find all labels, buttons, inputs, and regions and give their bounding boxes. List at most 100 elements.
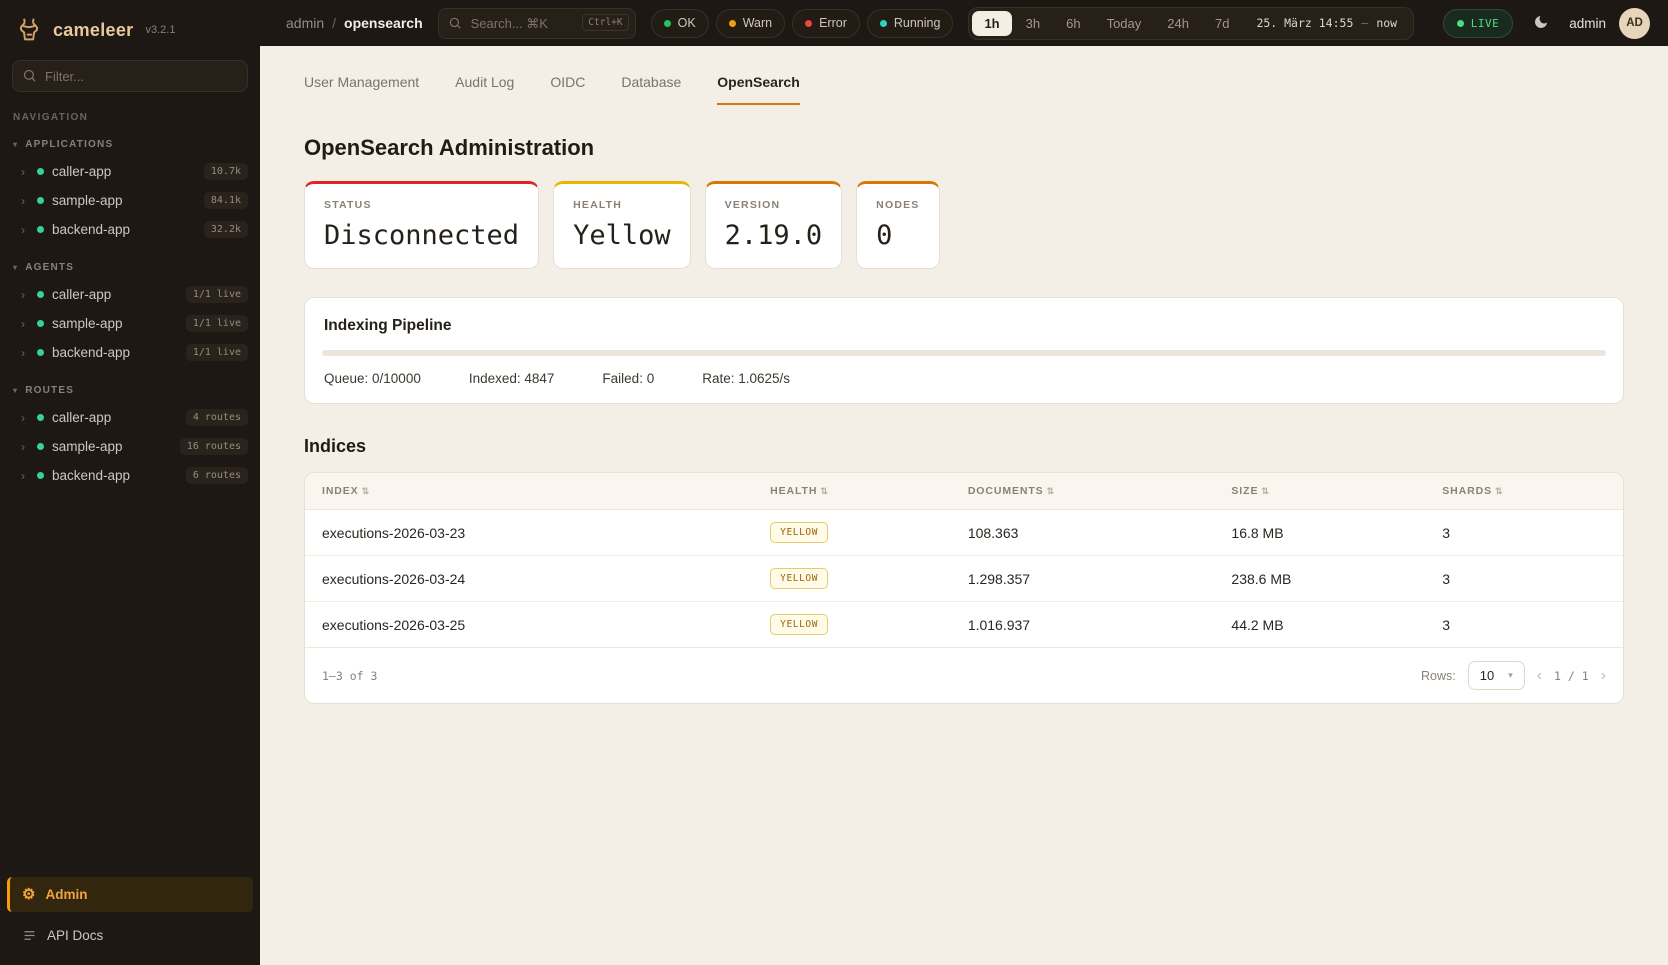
indices-table-card: INDEX⇅ HEALTH⇅ DOCUMENTS⇅ SIZE⇅ SHARDS⇅ …	[304, 472, 1624, 704]
cell-size: 16.8 MB	[1214, 510, 1425, 556]
sidebar-item-route-backend-app[interactable]: › backend-app 6 routes	[0, 461, 260, 490]
page-indicator: 1 / 1	[1554, 669, 1589, 683]
breadcrumb: admin / opensearch	[286, 15, 423, 31]
stat-value: Disconnected	[324, 220, 519, 251]
filter-label: Running	[894, 16, 941, 30]
chevron-right-icon: ›	[21, 224, 29, 236]
sidebar-item-caller-app[interactable]: › caller-app 10.7k	[0, 157, 260, 186]
moon-icon	[1533, 14, 1549, 33]
cell-health: YELLOW	[753, 602, 951, 648]
status-dot	[37, 320, 44, 327]
tab-database[interactable]: Database	[621, 74, 681, 105]
stat-card-health: HEALTH Yellow	[553, 181, 691, 269]
filter-ok-button[interactable]: OK	[651, 9, 709, 38]
time-range-3h[interactable]: 3h	[1014, 11, 1052, 36]
date-range-separator: —	[1361, 16, 1368, 30]
tab-user-management[interactable]: User Management	[304, 74, 419, 105]
breadcrumb-parent[interactable]: admin	[286, 15, 324, 31]
dark-mode-toggle[interactable]	[1526, 8, 1556, 38]
indices-title: Indices	[304, 436, 1624, 457]
live-label: LIVE	[1471, 17, 1500, 30]
breadcrumb-separator: /	[332, 15, 336, 31]
ok-dot	[664, 20, 671, 27]
error-dot	[805, 20, 812, 27]
time-range-today[interactable]: Today	[1095, 11, 1154, 36]
col-header-size[interactable]: SIZE⇅	[1214, 473, 1425, 510]
cell-documents: 108.363	[951, 510, 1215, 556]
chevron-right-icon: ›	[21, 166, 29, 178]
sort-icon: ⇅	[820, 486, 828, 496]
shortcut-badge: Ctrl+K	[582, 14, 628, 31]
tab-audit-log[interactable]: Audit Log	[455, 74, 514, 105]
rows-per-page-select[interactable]: 10 ▾	[1468, 661, 1525, 690]
cell-shards: 3	[1425, 556, 1623, 602]
time-range-1h[interactable]: 1h	[972, 11, 1011, 36]
section-header-routes[interactable]: ▾ ROUTES	[0, 381, 260, 403]
stat-cards: STATUS Disconnected HEALTH Yellow VERSIO…	[304, 181, 1624, 269]
rows-per-page-value: 10	[1480, 668, 1494, 683]
breadcrumb-current: opensearch	[344, 15, 423, 31]
status-dot	[37, 226, 44, 233]
item-label: sample-app	[52, 439, 172, 454]
time-range-6h[interactable]: 6h	[1054, 11, 1092, 36]
sort-icon: ⇅	[362, 486, 370, 496]
section-header-applications[interactable]: ▾ APPLICATIONS	[0, 135, 260, 157]
panel-title: Indexing Pipeline	[322, 317, 1606, 335]
cell-index: executions-2026-03-23	[305, 510, 753, 556]
col-header-documents[interactable]: DOCUMENTS⇅	[951, 473, 1215, 510]
sidebar: cameleer v3.2.1 NAVIGATION ▾ APPLICATION…	[0, 0, 260, 965]
sort-icon: ⇅	[1047, 486, 1055, 496]
item-count-badge: 16 routes	[180, 438, 248, 455]
status-filters: OK Warn Error Running	[651, 9, 954, 38]
prev-page-button[interactable]: ‹	[1537, 668, 1542, 684]
table-footer: 1–3 of 3 Rows: 10 ▾ ‹ 1 / 1 ›	[305, 648, 1623, 703]
sidebar-item-agent-backend-app[interactable]: › backend-app 1/1 live	[0, 338, 260, 367]
live-indicator[interactable]: LIVE	[1443, 9, 1514, 38]
pipeline-rate: Rate: 1.0625/s	[702, 371, 790, 386]
stat-label: STATUS	[324, 199, 519, 211]
sidebar-item-sample-app[interactable]: › sample-app 84.1k	[0, 186, 260, 215]
cameleer-logo-icon	[16, 16, 44, 44]
sidebar-item-api-docs[interactable]: API Docs	[7, 918, 253, 953]
chevron-down-icon: ▾	[13, 387, 18, 395]
time-range-7d[interactable]: 7d	[1203, 11, 1241, 36]
section-header-agents[interactable]: ▾ AGENTS	[0, 258, 260, 280]
col-header-shards[interactable]: SHARDS⇅	[1425, 473, 1623, 510]
api-docs-label: API Docs	[47, 928, 103, 943]
navigation-label: NAVIGATION	[0, 108, 260, 135]
chevron-down-icon: ▾	[13, 141, 18, 149]
list-icon	[22, 928, 37, 943]
item-label: backend-app	[52, 468, 178, 483]
filter-label: Warn	[743, 16, 772, 30]
sidebar-item-agent-sample-app[interactable]: › sample-app 1/1 live	[0, 309, 260, 338]
item-count-badge: 4 routes	[186, 409, 248, 426]
item-count-badge: 10.7k	[204, 163, 248, 180]
sidebar-item-admin[interactable]: ⚙ Admin	[7, 877, 253, 912]
sidebar-item-route-sample-app[interactable]: › sample-app 16 routes	[0, 432, 260, 461]
sidebar-item-agent-caller-app[interactable]: › caller-app 1/1 live	[0, 280, 260, 309]
status-dot	[37, 168, 44, 175]
filter-warn-button[interactable]: Warn	[716, 9, 785, 38]
status-dot	[37, 472, 44, 479]
item-label: caller-app	[52, 287, 178, 302]
section-label: ROUTES	[25, 385, 74, 396]
filter-error-button[interactable]: Error	[792, 9, 860, 38]
tab-oidc[interactable]: OIDC	[550, 74, 585, 105]
health-badge: YELLOW	[770, 614, 828, 635]
tab-opensearch[interactable]: OpenSearch	[717, 74, 799, 105]
global-search: Ctrl+K	[438, 8, 636, 39]
sidebar-item-route-caller-app[interactable]: › caller-app 4 routes	[0, 403, 260, 432]
col-header-health[interactable]: HEALTH⇅	[753, 473, 951, 510]
next-page-button[interactable]: ›	[1601, 668, 1606, 684]
stat-card-status: STATUS Disconnected	[304, 181, 539, 269]
col-header-index[interactable]: INDEX⇅	[305, 473, 753, 510]
sidebar-filter-input[interactable]	[12, 60, 248, 92]
avatar[interactable]: AD	[1619, 8, 1650, 39]
filter-running-button[interactable]: Running	[867, 9, 954, 38]
cell-shards: 3	[1425, 602, 1623, 648]
sidebar-item-backend-app[interactable]: › backend-app 32.2k	[0, 215, 260, 244]
time-range-24h[interactable]: 24h	[1155, 11, 1201, 36]
stat-label: VERSION	[725, 199, 823, 211]
item-count-badge: 1/1 live	[186, 344, 248, 361]
page-title: OpenSearch Administration	[304, 135, 1624, 161]
